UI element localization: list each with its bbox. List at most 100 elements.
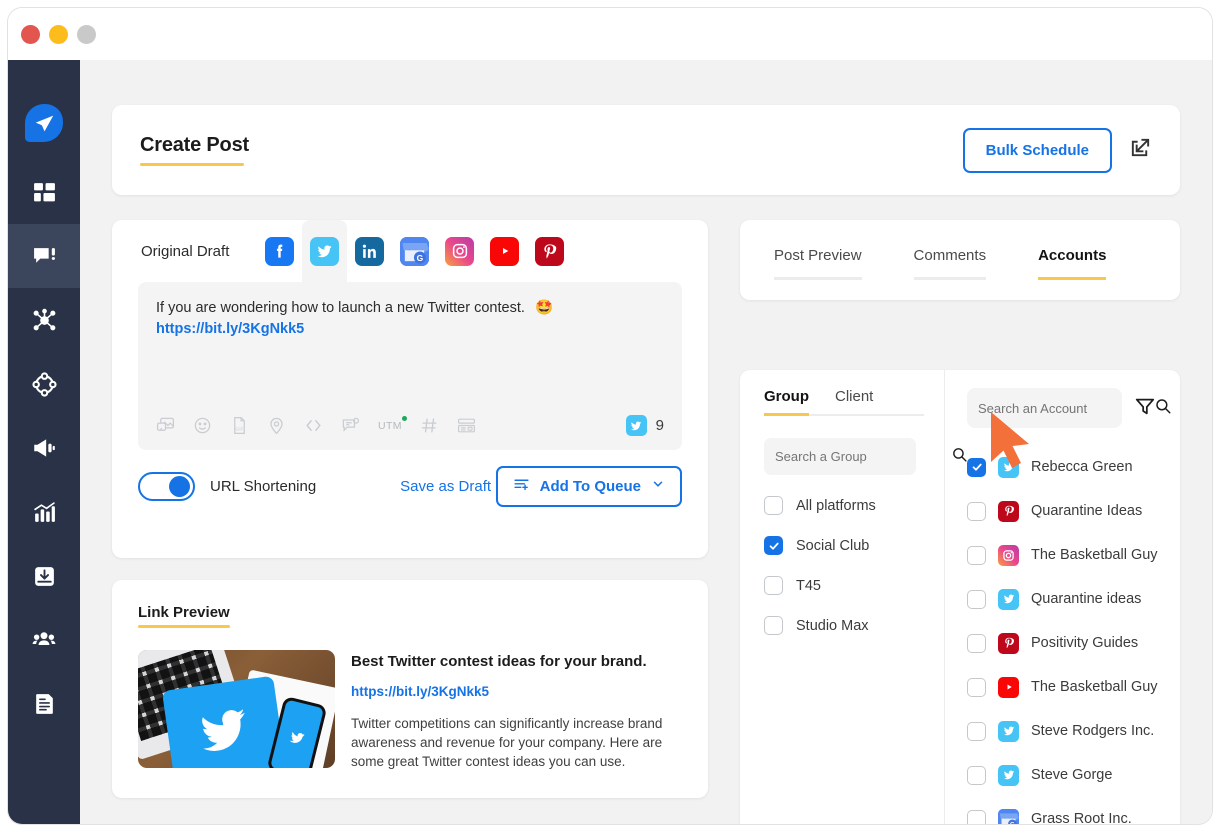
- location-icon[interactable]: [267, 416, 286, 435]
- window-maximize-button[interactable]: [77, 24, 96, 44]
- account-checkbox[interactable]: [967, 677, 986, 697]
- add-to-queue-button[interactable]: Add To Queue: [495, 465, 682, 507]
- account-row[interactable]: The Basketball Guy: [967, 533, 1180, 577]
- tab-accounts[interactable]: Accounts: [1038, 220, 1107, 280]
- group-row-all-platforms[interactable]: All platforms: [764, 496, 944, 515]
- platform-tab-youtube[interactable]: [482, 220, 527, 282]
- link-preview-card: Link Preview Best Twitter contest ideas …: [112, 580, 708, 798]
- group-checkbox[interactable]: [764, 616, 783, 635]
- funnel-filter-icon[interactable]: [1134, 395, 1156, 422]
- code-icon[interactable]: [304, 416, 323, 435]
- window-close-button[interactable]: [21, 24, 40, 44]
- account-label: Steve Gorge: [1031, 767, 1113, 783]
- account-row[interactable]: Rebecca Green: [967, 445, 1180, 489]
- link-preview-title: Link Preview: [138, 604, 230, 628]
- post-editor-card: Original Draft G If you are wondering ho…: [112, 220, 708, 558]
- group-checkbox[interactable]: [764, 496, 783, 515]
- sidebar-item-compose[interactable]: [8, 224, 80, 288]
- account-checkbox[interactable]: [967, 501, 986, 521]
- tab-post-preview[interactable]: Post Preview: [774, 220, 862, 280]
- group-row-studio-max[interactable]: Studio Max: [764, 616, 944, 635]
- account-row[interactable]: Steve Gorge: [967, 753, 1180, 797]
- group-checkbox[interactable]: [764, 536, 783, 555]
- page-title: Create Post: [140, 134, 249, 166]
- group-row-social-club[interactable]: Social Club: [764, 536, 944, 555]
- expand-box-icon[interactable]: [1129, 136, 1152, 164]
- sidebar-item-discovery[interactable]: [8, 288, 80, 352]
- tab-group[interactable]: Group: [764, 388, 809, 416]
- editor-footer: URL Shortening Save as Draft Add To Queu…: [112, 450, 708, 522]
- platform-tab-twitter[interactable]: [302, 220, 348, 282]
- gif-icon[interactable]: GIF: [230, 416, 249, 435]
- instagram-icon: [998, 544, 1019, 566]
- svg-text:G: G: [1010, 821, 1015, 824]
- queue-lines-icon: [513, 476, 530, 497]
- account-search-input[interactable]: [978, 400, 1154, 416]
- post-text-block: If you are wondering how to launch a new…: [156, 298, 664, 337]
- save-as-draft-button[interactable]: Save as Draft: [400, 478, 491, 495]
- url-shortening-toggle[interactable]: [138, 471, 195, 501]
- pinterest-icon: [535, 236, 565, 266]
- bulk-schedule-button[interactable]: Bulk Schedule: [962, 127, 1112, 173]
- platform-tab-instagram[interactable]: [437, 220, 482, 282]
- instagram-icon: [445, 236, 475, 266]
- sidebar-item-team[interactable]: [8, 608, 80, 672]
- card-icon[interactable]: [457, 416, 476, 435]
- tab-client[interactable]: Client: [835, 388, 873, 416]
- group-row-t45[interactable]: T45: [764, 576, 944, 595]
- sidebar-item-automation[interactable]: [8, 352, 80, 416]
- sidebar-item-campaigns[interactable]: [8, 416, 80, 480]
- emoji-icon[interactable]: [193, 416, 212, 435]
- account-checkbox[interactable]: [967, 457, 986, 477]
- account-row[interactable]: G Grass Root Inc.: [967, 797, 1180, 824]
- window-minimize-button[interactable]: [49, 24, 68, 44]
- platform-tab-facebook[interactable]: [257, 220, 302, 282]
- right-panel-tabs: Post Preview Comments Accounts: [740, 220, 1180, 300]
- account-row[interactable]: Quarantine Ideas: [967, 489, 1180, 533]
- comment-icon[interactable]: [341, 416, 360, 435]
- group-search-input[interactable]: [775, 449, 951, 464]
- image-icon[interactable]: [156, 416, 175, 435]
- tab-comments[interactable]: Comments: [913, 220, 987, 280]
- link-preview-url[interactable]: https://bit.ly/3KgNkk5: [351, 684, 682, 699]
- account-label: The Basketball Guy: [1031, 679, 1158, 695]
- add-to-queue-label: Add To Queue: [539, 477, 641, 495]
- platform-tab-google-business[interactable]: G: [392, 220, 437, 282]
- account-row[interactable]: Positivity Guides: [967, 621, 1180, 665]
- accounts-list: Rebecca Green Quarantine Ideas The Baske…: [967, 445, 1180, 824]
- platform-tab-linkedin[interactable]: [347, 220, 392, 282]
- post-link[interactable]: https://bit.ly/3KgNkk5: [156, 321, 664, 337]
- account-checkbox[interactable]: [967, 633, 986, 653]
- account-row[interactable]: Steve Rodgers Inc.: [967, 709, 1180, 753]
- account-checkbox[interactable]: [967, 809, 986, 824]
- sidebar-item-dashboard[interactable]: [8, 160, 80, 224]
- platform-tab-pinterest[interactable]: [527, 220, 572, 282]
- link-preview-text: Best Twitter contest ideas for your bran…: [351, 650, 682, 771]
- account-checkbox[interactable]: [967, 545, 986, 565]
- twitter-icon: [625, 415, 647, 436]
- sidebar-item-reports[interactable]: [8, 672, 80, 736]
- account-label: The Basketball Guy: [1031, 547, 1158, 563]
- twitter-icon: [998, 720, 1019, 742]
- document-icon: [32, 692, 57, 717]
- account-row[interactable]: The Basketball Guy: [967, 665, 1180, 709]
- sidebar-item-inbox[interactable]: [8, 544, 80, 608]
- account-checkbox[interactable]: [967, 589, 986, 609]
- group-checkbox[interactable]: [764, 576, 783, 595]
- account-checkbox[interactable]: [967, 765, 986, 785]
- youtube-icon: [490, 236, 520, 266]
- character-counter: 9: [625, 415, 664, 436]
- search-icon[interactable]: [1154, 397, 1172, 420]
- account-search-field[interactable]: [967, 388, 1171, 428]
- sidebar-item-logo[interactable]: [8, 86, 80, 160]
- sidebar-item-analytics[interactable]: [8, 480, 80, 544]
- utm-icon[interactable]: UTM: [378, 415, 407, 432]
- twitter-icon: [310, 236, 340, 266]
- hashtag-icon[interactable]: [420, 416, 439, 435]
- network-nodes-icon: [32, 308, 57, 333]
- post-composer[interactable]: If you are wondering how to launch a new…: [138, 282, 682, 450]
- group-search-field[interactable]: [764, 438, 967, 475]
- main-content: Create Post Bulk Schedule Original Draft: [80, 60, 1212, 824]
- account-checkbox[interactable]: [967, 721, 986, 741]
- account-row[interactable]: Quarantine ideas: [967, 577, 1180, 621]
